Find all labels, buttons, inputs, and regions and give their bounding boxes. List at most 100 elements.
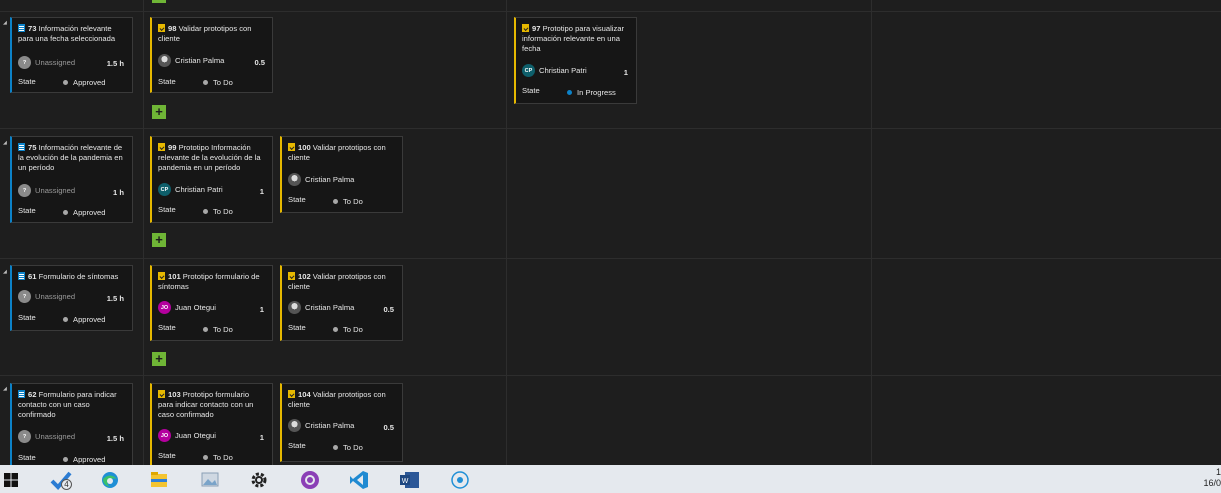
- remaining-work[interactable]: 1.5 h: [107, 59, 124, 68]
- pbi-card[interactable]: 73 Información relevante para una fecha …: [10, 17, 133, 93]
- product-backlog-item-icon: [18, 24, 25, 32]
- add-task-button[interactable]: [152, 0, 166, 3]
- task-icon: [288, 272, 295, 280]
- state-label: State: [158, 77, 176, 86]
- assignee[interactable]: ? Unassigned: [18, 430, 75, 443]
- state-value[interactable]: Approved: [63, 315, 106, 324]
- state-value[interactable]: In Progress: [567, 88, 616, 97]
- remaining-work[interactable]: 1: [260, 187, 264, 196]
- state-label: State: [18, 313, 36, 322]
- user-photo-avatar: [288, 301, 301, 314]
- remaining-work[interactable]: 1: [260, 305, 264, 314]
- state-dot-icon: [63, 317, 68, 322]
- row-collapse-icon[interactable]: ◢: [3, 269, 7, 275]
- state-label: State: [18, 77, 36, 86]
- work-item-id: 101: [168, 272, 181, 281]
- remaining-work[interactable]: 1.5 h: [107, 294, 124, 303]
- row-collapse-icon[interactable]: ◢: [3, 140, 7, 146]
- state-dot-icon: [63, 80, 68, 85]
- add-task-button[interactable]: +: [152, 105, 166, 119]
- row-divider: [0, 11, 1221, 12]
- pbi-card[interactable]: 62 Formulario para indicar contacto con …: [10, 383, 133, 465]
- state-value[interactable]: To Do: [333, 197, 363, 206]
- task-card[interactable]: 102 Validar prototipos con cliente Crist…: [280, 265, 403, 341]
- state-dot-icon: [203, 80, 208, 85]
- assignee[interactable]: ? Unassigned: [18, 56, 75, 69]
- task-card[interactable]: 101 Prototipo formulario de síntomas JO J…: [150, 265, 273, 341]
- remaining-work[interactable]: 0.5: [383, 305, 394, 314]
- user-photo-avatar: [288, 173, 301, 186]
- file-explorer-icon[interactable]: [148, 470, 170, 490]
- state-value[interactable]: Approved: [63, 208, 106, 217]
- task-card[interactable]: 100 Validar prototipos con cliente Crist…: [280, 136, 403, 213]
- task-card[interactable]: 103 Prototipo formulario para indicar co…: [150, 383, 273, 465]
- pbi-card[interactable]: 75 Información relevante de la evolución…: [10, 136, 133, 223]
- state-dot-icon: [63, 210, 68, 215]
- taskbar-clock[interactable]: 1 16/0: [1203, 467, 1221, 489]
- state-dot-icon: [203, 327, 208, 332]
- settings-gear-icon[interactable]: [248, 470, 270, 490]
- task-card[interactable]: 98 Validar prototipos con cliente Cristi…: [150, 17, 273, 93]
- task-icon: [158, 390, 165, 398]
- work-item-id: 99: [168, 143, 177, 152]
- github-desktop-icon[interactable]: [299, 470, 321, 490]
- unassigned-avatar-icon: ?: [18, 184, 31, 197]
- state-value[interactable]: To Do: [333, 443, 363, 452]
- state-value[interactable]: To Do: [333, 325, 363, 334]
- vscode-icon[interactable]: [348, 470, 370, 490]
- task-card[interactable]: 104 Validar prototipos con cliente Crist…: [280, 383, 403, 462]
- assignee[interactable]: Cristian Palma: [288, 173, 354, 186]
- state-value[interactable]: Approved: [63, 455, 106, 464]
- state-value[interactable]: To Do: [203, 207, 233, 216]
- user-initials-avatar: JO: [158, 301, 171, 314]
- tasks-check-icon[interactable]: 4: [50, 470, 72, 490]
- row-collapse-icon[interactable]: ◢: [3, 386, 7, 392]
- assignee[interactable]: JO Juan Otegui: [158, 429, 216, 442]
- photos-app-icon[interactable]: [199, 470, 221, 490]
- state-value[interactable]: To Do: [203, 453, 233, 462]
- user-initials-avatar: CP: [522, 64, 535, 77]
- work-item-id: 75: [28, 143, 37, 152]
- state-label: State: [288, 441, 306, 450]
- remaining-work[interactable]: 1: [624, 68, 628, 77]
- state-label: State: [158, 323, 176, 332]
- work-item-id: 62: [28, 390, 37, 399]
- remaining-work[interactable]: 0.5: [254, 58, 265, 67]
- assignee[interactable]: JO Juan Otegui: [158, 301, 216, 314]
- remaining-work[interactable]: 0.5: [383, 423, 394, 432]
- cortana-circle-icon[interactable]: [449, 470, 471, 490]
- word-icon[interactable]: W: [399, 470, 421, 490]
- task-card[interactable]: 97 Prototipo para visualizar información…: [514, 17, 637, 104]
- row-collapse-icon[interactable]: ◢: [3, 20, 7, 26]
- remaining-work[interactable]: 1.5 h: [107, 434, 124, 443]
- windows-start-icon[interactable]: [0, 470, 22, 490]
- state-value[interactable]: Approved: [63, 78, 106, 87]
- row-divider: [0, 375, 1221, 376]
- column-divider: [143, 0, 144, 465]
- state-value[interactable]: To Do: [203, 78, 233, 87]
- notification-badge: 4: [61, 479, 72, 490]
- add-task-button[interactable]: +: [152, 233, 166, 247]
- assignee[interactable]: Cristian Palma: [158, 54, 224, 67]
- unassigned-avatar-icon: ?: [18, 56, 31, 69]
- assignee[interactable]: ? Unassigned: [18, 290, 75, 303]
- work-item-id: 103: [168, 390, 181, 399]
- assignee[interactable]: ? Unassigned: [18, 184, 75, 197]
- product-backlog-item-icon: [18, 272, 25, 280]
- task-card[interactable]: 99 Prototipo Información relevante de la…: [150, 136, 273, 223]
- remaining-work[interactable]: 1: [260, 433, 264, 442]
- work-item-id: 97: [532, 24, 541, 33]
- assignee[interactable]: Cristian Palma: [288, 301, 354, 314]
- remaining-work[interactable]: 1 h: [113, 188, 124, 197]
- state-value[interactable]: To Do: [203, 325, 233, 334]
- product-backlog-item-icon: [18, 390, 25, 398]
- add-task-button[interactable]: +: [152, 352, 166, 366]
- assignee[interactable]: CP Christian Patri: [522, 64, 587, 77]
- pbi-card[interactable]: 61 Formulario de síntomas ? Unassigned 1.…: [10, 265, 133, 331]
- user-photo-avatar: [158, 54, 171, 67]
- work-item-title[interactable]: Formulario de síntomas: [39, 272, 119, 281]
- assignee[interactable]: Cristian Palma: [288, 419, 354, 432]
- assignee[interactable]: CP Christian Patri: [158, 183, 223, 196]
- edge-browser-icon[interactable]: [99, 470, 121, 490]
- state-dot-icon: [333, 327, 338, 332]
